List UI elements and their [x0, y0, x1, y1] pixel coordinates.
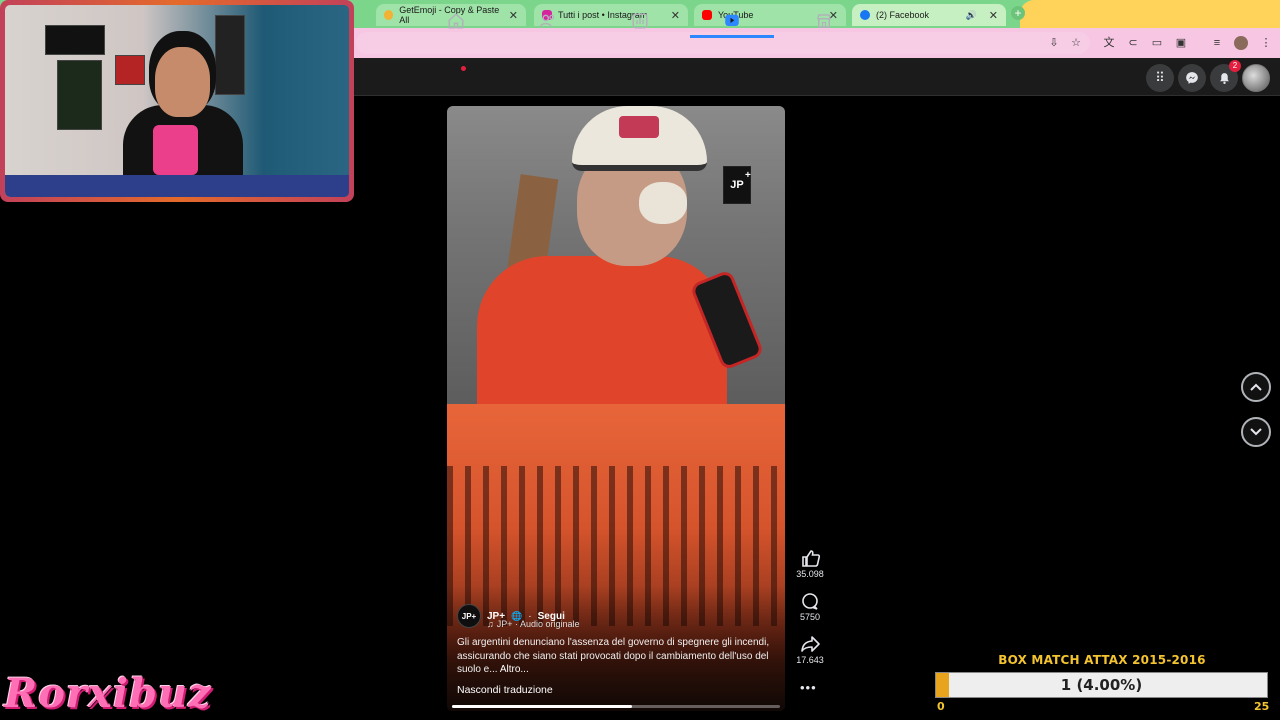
- reading-list-icon[interactable]: ≡: [1210, 36, 1224, 50]
- emoji-favicon-icon: [384, 10, 394, 20]
- comment-button[interactable]: 5750: [792, 592, 828, 622]
- nav-dashboard[interactable]: [598, 4, 682, 38]
- man-shirt: [477, 256, 727, 416]
- comment-count: 5750: [799, 612, 821, 622]
- next-reel-button[interactable]: [1241, 417, 1271, 447]
- box-max-value: 25: [1254, 700, 1270, 713]
- friends-icon: [539, 14, 555, 28]
- account-avatar[interactable]: [1242, 64, 1270, 92]
- webcam-overlay: [0, 0, 354, 202]
- new-tab-button[interactable]: +: [1011, 6, 1025, 20]
- music-note-icon: ♫: [487, 619, 494, 629]
- more-options-icon[interactable]: •••: [800, 680, 817, 695]
- cap-logo: [619, 116, 659, 138]
- streamer-head: [155, 47, 210, 117]
- box-min-value: 0: [937, 700, 945, 713]
- home-notification-dot: [461, 66, 466, 71]
- hide-translation-link[interactable]: Nascondi traduzione: [457, 684, 553, 696]
- menu-kebab-icon[interactable]: ⋮: [1259, 36, 1273, 50]
- author-avatar[interactable]: JP+: [457, 604, 481, 628]
- webcam-video: [5, 5, 349, 197]
- nav-marketplace[interactable]: [782, 4, 866, 38]
- box-progress-label: 1 (4.00%): [1060, 676, 1143, 694]
- bell-icon: [1219, 72, 1229, 84]
- streamer-logo: Rorxibuz: [4, 670, 212, 717]
- interview-scene: [447, 106, 785, 416]
- jp-plus-mark: +: [745, 170, 751, 181]
- reel-video[interactable]: JP + JP+ JP+ 🌐 · Segui ♫ JP+ · Audio ori…: [447, 106, 785, 711]
- nav-home[interactable]: [414, 4, 498, 38]
- video-icon: [725, 14, 739, 26]
- home-icon: [448, 13, 464, 29]
- desk: [5, 175, 349, 197]
- audio-row[interactable]: ♫ JP+ · Audio originale: [487, 619, 580, 629]
- reel-caption: Gli argentini denunciano l'assenza del g…: [457, 636, 775, 677]
- face-mask: [639, 182, 687, 224]
- video-progress-fill: [452, 705, 633, 708]
- messenger-button[interactable]: [1178, 64, 1206, 92]
- wall-poster: [57, 60, 102, 130]
- thumbs-up-icon: [802, 550, 821, 567]
- box-progress-bar: 1 (4.00%): [935, 672, 1268, 698]
- sidebar-icon[interactable]: ▭: [1150, 36, 1164, 50]
- profile-icon[interactable]: [1234, 36, 1248, 50]
- wall-poster: [115, 55, 145, 85]
- grid-icon: ⠿: [1155, 70, 1165, 85]
- chevron-up-icon: [1250, 383, 1262, 391]
- messenger-icon: [1186, 72, 1198, 84]
- close-icon[interactable]: ✕: [989, 9, 998, 22]
- nav-video[interactable]: [690, 4, 774, 38]
- install-icon[interactable]: ⇩: [1047, 36, 1061, 50]
- audio-label: JP+ · Audio originale: [496, 619, 580, 629]
- translate-icon[interactable]: 文: [1102, 36, 1116, 50]
- wall-poster: [45, 25, 105, 55]
- share-count: 17.643: [796, 655, 824, 665]
- dashboard-icon: [632, 13, 648, 29]
- extension-icon[interactable]: ▣: [1174, 36, 1188, 50]
- speaker-icon[interactable]: 🔊: [966, 10, 977, 21]
- wall-poster: [215, 15, 245, 95]
- star-icon[interactable]: ☆: [1069, 36, 1083, 50]
- marketplace-icon: [817, 14, 831, 28]
- link-icon[interactable]: ⊂: [1126, 36, 1140, 50]
- comment-icon: [802, 593, 818, 610]
- tab-label: (2) Facebook: [876, 10, 930, 20]
- video-progress-bar[interactable]: [452, 705, 780, 708]
- streamer-top: [153, 125, 198, 175]
- like-count: 35.098: [796, 569, 824, 579]
- like-button[interactable]: 35.098: [792, 549, 828, 579]
- nav-friends[interactable]: [506, 4, 590, 38]
- see-more-link[interactable]: Altro...: [500, 664, 529, 675]
- previous-reel-button[interactable]: [1241, 372, 1271, 402]
- notification-badge: 2: [1229, 60, 1241, 72]
- box-match-title: BOX MATCH ATTAX 2015-2016: [998, 653, 1206, 667]
- share-button[interactable]: 17.643: [792, 635, 828, 665]
- tab-facebook[interactable]: (2) Facebook 🔊 ✕: [852, 4, 1006, 26]
- chevron-down-icon: [1250, 428, 1262, 436]
- menu-grid-button[interactable]: ⠿: [1146, 64, 1174, 92]
- share-icon: [801, 636, 820, 652]
- tabbar-decoration: [1020, 0, 1280, 28]
